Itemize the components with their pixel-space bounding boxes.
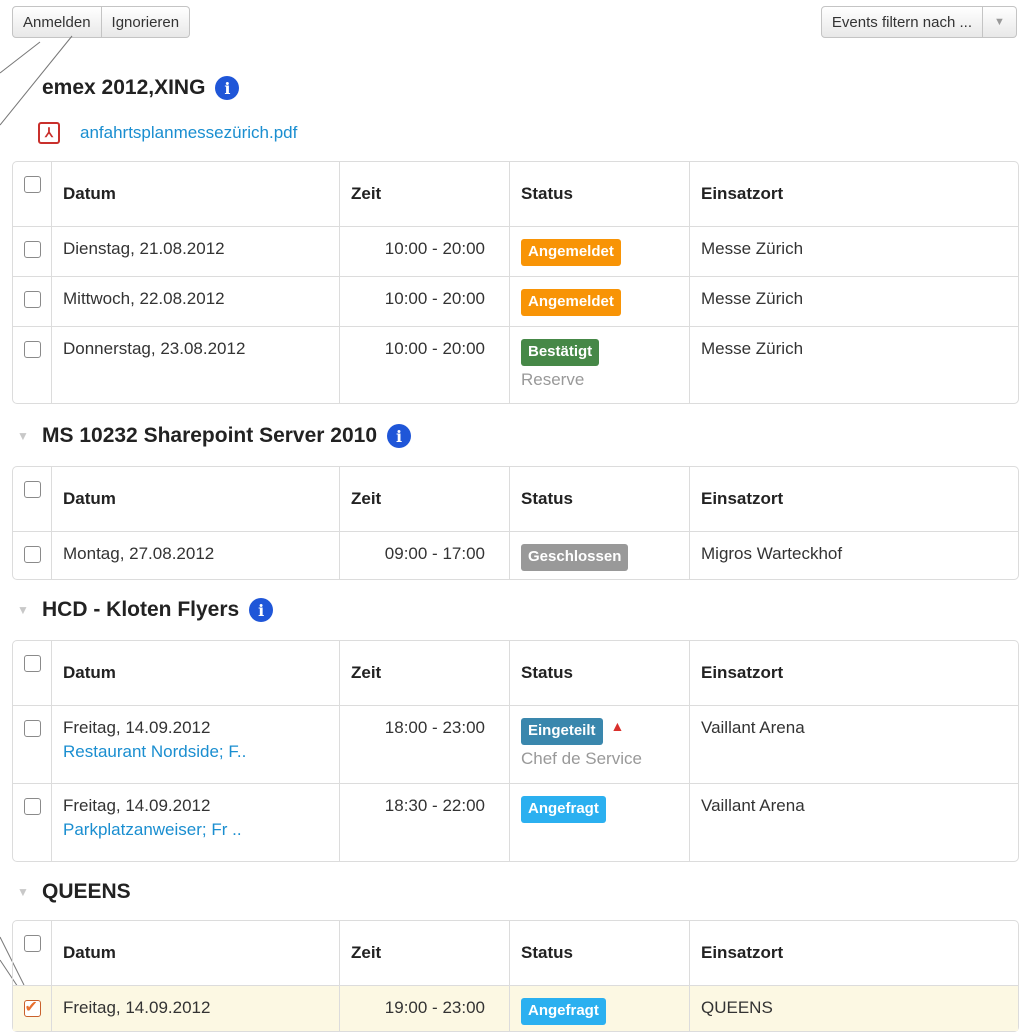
event-title-text: MS 10232 Sharepoint Server 2010: [42, 424, 378, 447]
column-header-date: Datum: [51, 921, 339, 985]
location-cell: Messe Zürich: [689, 276, 1018, 326]
table-header: Datum Zeit Status Einsatzort: [13, 641, 1018, 705]
column-header-status: Status: [509, 641, 689, 705]
event-table: Datum Zeit Status Einsatzort Montag, 27.…: [12, 466, 1019, 580]
table-row: Dienstag, 21.08.2012 10:00 - 20:00 Angem…: [13, 226, 1018, 276]
select-all-checkbox[interactable]: [23, 655, 41, 672]
event-title-text: QUEENS: [42, 880, 131, 903]
status-badge: Geschlossen: [521, 544, 629, 571]
time-cell: 10:00 - 20:00: [339, 226, 509, 276]
time-cell: 10:00 - 20:00: [339, 276, 509, 326]
select-all-checkbox[interactable]: [23, 176, 41, 193]
table-header: Datum Zeit Status Einsatzort: [13, 162, 1018, 226]
event-title[interactable]: ▼ QUEENS: [12, 880, 131, 904]
row-checkbox[interactable]: [23, 241, 41, 258]
row-checkbox[interactable]: [23, 997, 41, 1017]
info-icon[interactable]: i: [387, 424, 412, 448]
collapse-icon[interactable]: ▼: [12, 885, 34, 899]
status-badge: Angefragt: [521, 998, 606, 1025]
event-title[interactable]: ▼ emex 2012,XING i: [12, 76, 240, 100]
collapse-icon[interactable]: ▼: [12, 429, 34, 443]
column-header-date: Datum: [51, 162, 339, 226]
collapse-icon[interactable]: ▼: [12, 603, 34, 617]
time-cell: 18:30 - 22:00: [339, 783, 509, 861]
time-cell: 09:00 - 17:00: [339, 531, 509, 579]
row-checkbox[interactable]: [23, 291, 41, 308]
column-header-time: Zeit: [339, 921, 509, 985]
status-note: Reserve: [521, 370, 585, 389]
location-cell: Messe Zürich: [689, 226, 1018, 276]
event-title-text: HCD - Kloten Flyers: [42, 598, 240, 621]
status-badge: Bestätigt: [521, 339, 600, 366]
date-cell: Mittwoch, 22.08.2012: [51, 276, 339, 326]
time-cell: 19:00 - 23:00: [339, 985, 509, 1031]
time-cell: 10:00 - 20:00: [339, 326, 509, 403]
column-header-location: Einsatzort: [689, 467, 1018, 531]
column-header-location: Einsatzort: [689, 921, 1018, 985]
date-text: Freitag, 14.09.2012: [63, 796, 211, 815]
chevron-down-icon[interactable]: ▼: [983, 6, 1017, 38]
column-header-status: Status: [509, 162, 689, 226]
select-all-checkbox[interactable]: [23, 481, 41, 498]
table-row: Freitag, 14.09.2012 Restaurant Nordside;…: [13, 705, 1018, 783]
date-text: Freitag, 14.09.2012: [63, 718, 211, 737]
pdf-icon: ⅄: [38, 122, 60, 144]
column-header-status: Status: [509, 921, 689, 985]
event-table: Datum Zeit Status Einsatzort Freitag, 14…: [12, 920, 1019, 1032]
select-all-checkbox[interactable]: [23, 935, 41, 952]
column-header-time: Zeit: [339, 467, 509, 531]
date-cell: Freitag, 14.09.2012: [51, 985, 339, 1031]
row-checkbox[interactable]: [23, 546, 41, 563]
date-cell: Donnerstag, 23.08.2012: [51, 326, 339, 403]
table-row: Mittwoch, 22.08.2012 10:00 - 20:00 Angem…: [13, 276, 1018, 326]
attachment-link[interactable]: anfahrtsplanmessezürich.pdf: [80, 123, 297, 143]
register-button[interactable]: Anmelden: [12, 6, 102, 38]
event-table: Datum Zeit Status Einsatzort Dienstag, 2…: [12, 161, 1019, 404]
row-checkbox[interactable]: [23, 798, 41, 815]
column-header-location: Einsatzort: [689, 162, 1018, 226]
row-checkbox[interactable]: [23, 341, 41, 358]
event-title[interactable]: ▼ MS 10232 Sharepoint Server 2010 i: [12, 424, 412, 448]
event-title-text: emex 2012,XING: [42, 76, 206, 99]
column-header-location: Einsatzort: [689, 641, 1018, 705]
ignore-button[interactable]: Ignorieren: [101, 6, 191, 38]
info-icon[interactable]: i: [249, 598, 274, 622]
time-cell: 18:00 - 23:00: [339, 705, 509, 783]
status-badge: Eingeteilt: [521, 718, 603, 745]
table-header: Datum Zeit Status Einsatzort: [13, 467, 1018, 531]
location-cell: Migros Warteckhof: [689, 531, 1018, 579]
date-cell: Dienstag, 21.08.2012: [51, 226, 339, 276]
column-header-time: Zeit: [339, 162, 509, 226]
table-row: Freitag, 14.09.2012 19:00 - 23:00 Angefr…: [13, 985, 1018, 1031]
row-checkbox[interactable]: [23, 720, 41, 737]
event-filter-button[interactable]: Events filtern nach ...: [820, 6, 983, 38]
location-cell: Vaillant Arena: [689, 783, 1018, 861]
column-header-date: Datum: [51, 467, 339, 531]
table-row: Montag, 27.08.2012 09:00 - 17:00 Geschlo…: [13, 531, 1018, 579]
assignment-link[interactable]: Restaurant Nordside; F..: [63, 742, 328, 762]
event-table: Datum Zeit Status Einsatzort Freitag, 14…: [12, 640, 1019, 862]
location-cell: QUEENS: [689, 985, 1018, 1031]
warning-icon: ▲: [610, 718, 625, 734]
assignment-link[interactable]: Parkplatzanweiser; Fr ..: [63, 820, 328, 840]
event-title[interactable]: ▼ HCD - Kloten Flyers i: [12, 598, 274, 622]
column-header-date: Datum: [51, 641, 339, 705]
location-cell: Messe Zürich: [689, 326, 1018, 403]
status-note: Chef de Service: [521, 749, 642, 768]
bulk-action-group: Anmelden Ignorieren: [12, 6, 191, 38]
status-badge: Angemeldet: [521, 289, 621, 316]
event-filter-dropdown[interactable]: Events filtern nach ... ▼: [820, 6, 1017, 38]
status-badge: Angemeldet: [521, 239, 621, 266]
date-cell: Montag, 27.08.2012: [51, 531, 339, 579]
column-header-status: Status: [509, 467, 689, 531]
attachment: ⅄ anfahrtsplanmessezürich.pdf: [38, 122, 297, 144]
column-header-time: Zeit: [339, 641, 509, 705]
info-icon[interactable]: i: [215, 76, 240, 100]
status-badge: Angefragt: [521, 796, 606, 823]
table-header: Datum Zeit Status Einsatzort: [13, 921, 1018, 985]
table-row: Donnerstag, 23.08.2012 10:00 - 20:00 Bes…: [13, 326, 1018, 403]
location-cell: Vaillant Arena: [689, 705, 1018, 783]
table-row: Freitag, 14.09.2012 Parkplatzanweiser; F…: [13, 783, 1018, 861]
